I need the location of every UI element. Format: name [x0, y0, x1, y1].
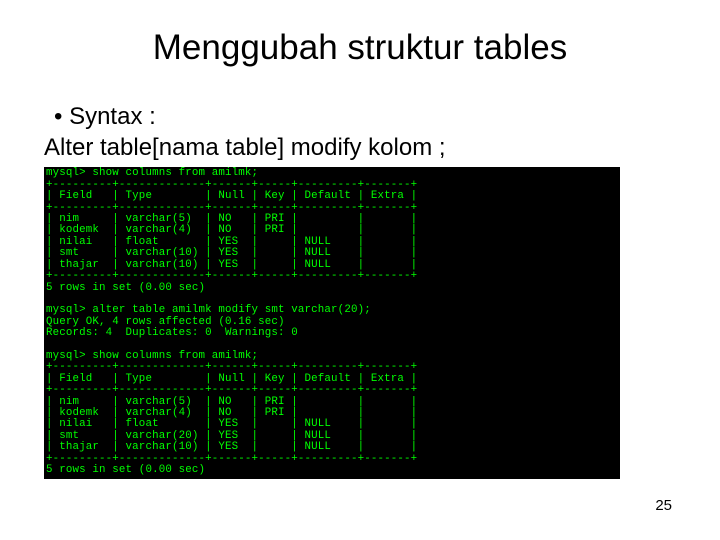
- term-header-2: | Field | Type | Null | Key | Default | …: [46, 373, 417, 385]
- term-alter-out-1: Query OK, 4 rows affected (0.16 sec): [46, 316, 285, 328]
- term-alter-out-2: Records: 4 Duplicates: 0 Warnings: 0: [46, 327, 298, 339]
- term-row-2-4: | thajar | varchar(10) | YES | | NULL | …: [46, 441, 417, 453]
- term-row-1-4: | thajar | varchar(10) | YES | | NULL | …: [46, 259, 417, 271]
- term-hline: +---------+-------------+------+-----+--…: [46, 270, 417, 282]
- slide: Menggubah struktur tables Syntax : Alter…: [0, 0, 720, 540]
- term-row-1-0: | nim | varchar(5) | NO | PRI | | |: [46, 213, 417, 225]
- term-row-1-1: | kodemk | varchar(4) | NO | PRI | | |: [46, 224, 417, 236]
- slide-body: Syntax : Alter table[nama table] modify …: [44, 102, 676, 479]
- term-footer-2: 5 rows in set (0.00 sec): [46, 464, 205, 476]
- term-footer-1: 5 rows in set (0.00 sec): [46, 282, 205, 294]
- term-hline: +---------+-------------+------+-----+--…: [46, 202, 417, 214]
- bullet-syntax-text: Syntax :: [69, 103, 156, 130]
- syntax-line: Alter table[nama table] modify kolom ;: [44, 133, 676, 164]
- term-row-2-3: | smt | varchar(20) | YES | | NULL | |: [46, 430, 417, 442]
- term-prompt-1: mysql> show columns from amilmk;: [46, 167, 258, 179]
- slide-title: Menggubah struktur tables: [44, 28, 676, 68]
- term-alter-cmd: mysql> alter table amilmk modify smt var…: [46, 304, 371, 316]
- term-row-1-2: | nilai | float | YES | | NULL | |: [46, 236, 417, 248]
- term-header-1: | Field | Type | Null | Key | Default | …: [46, 190, 417, 202]
- term-row-2-1: | kodemk | varchar(4) | NO | PRI | | |: [46, 407, 417, 419]
- term-row-1-3: | smt | varchar(10) | YES | | NULL | |: [46, 247, 417, 259]
- term-hline: +---------+-------------+------+-----+--…: [46, 453, 417, 465]
- term-hline: +---------+-------------+------+-----+--…: [46, 384, 417, 396]
- term-prompt-2: mysql> show columns from amilmk;: [46, 350, 258, 362]
- terminal-output: mysql> show columns from amilmk; +------…: [44, 167, 620, 479]
- term-hline: +---------+-------------+------+-----+--…: [46, 179, 417, 191]
- term-row-2-2: | nilai | float | YES | | NULL | |: [46, 418, 417, 430]
- term-hline: +---------+-------------+------+-----+--…: [46, 361, 417, 373]
- term-row-2-0: | nim | varchar(5) | NO | PRI | | |: [46, 396, 417, 408]
- bullet-syntax: Syntax :: [54, 102, 676, 133]
- page-number: 25: [655, 497, 672, 514]
